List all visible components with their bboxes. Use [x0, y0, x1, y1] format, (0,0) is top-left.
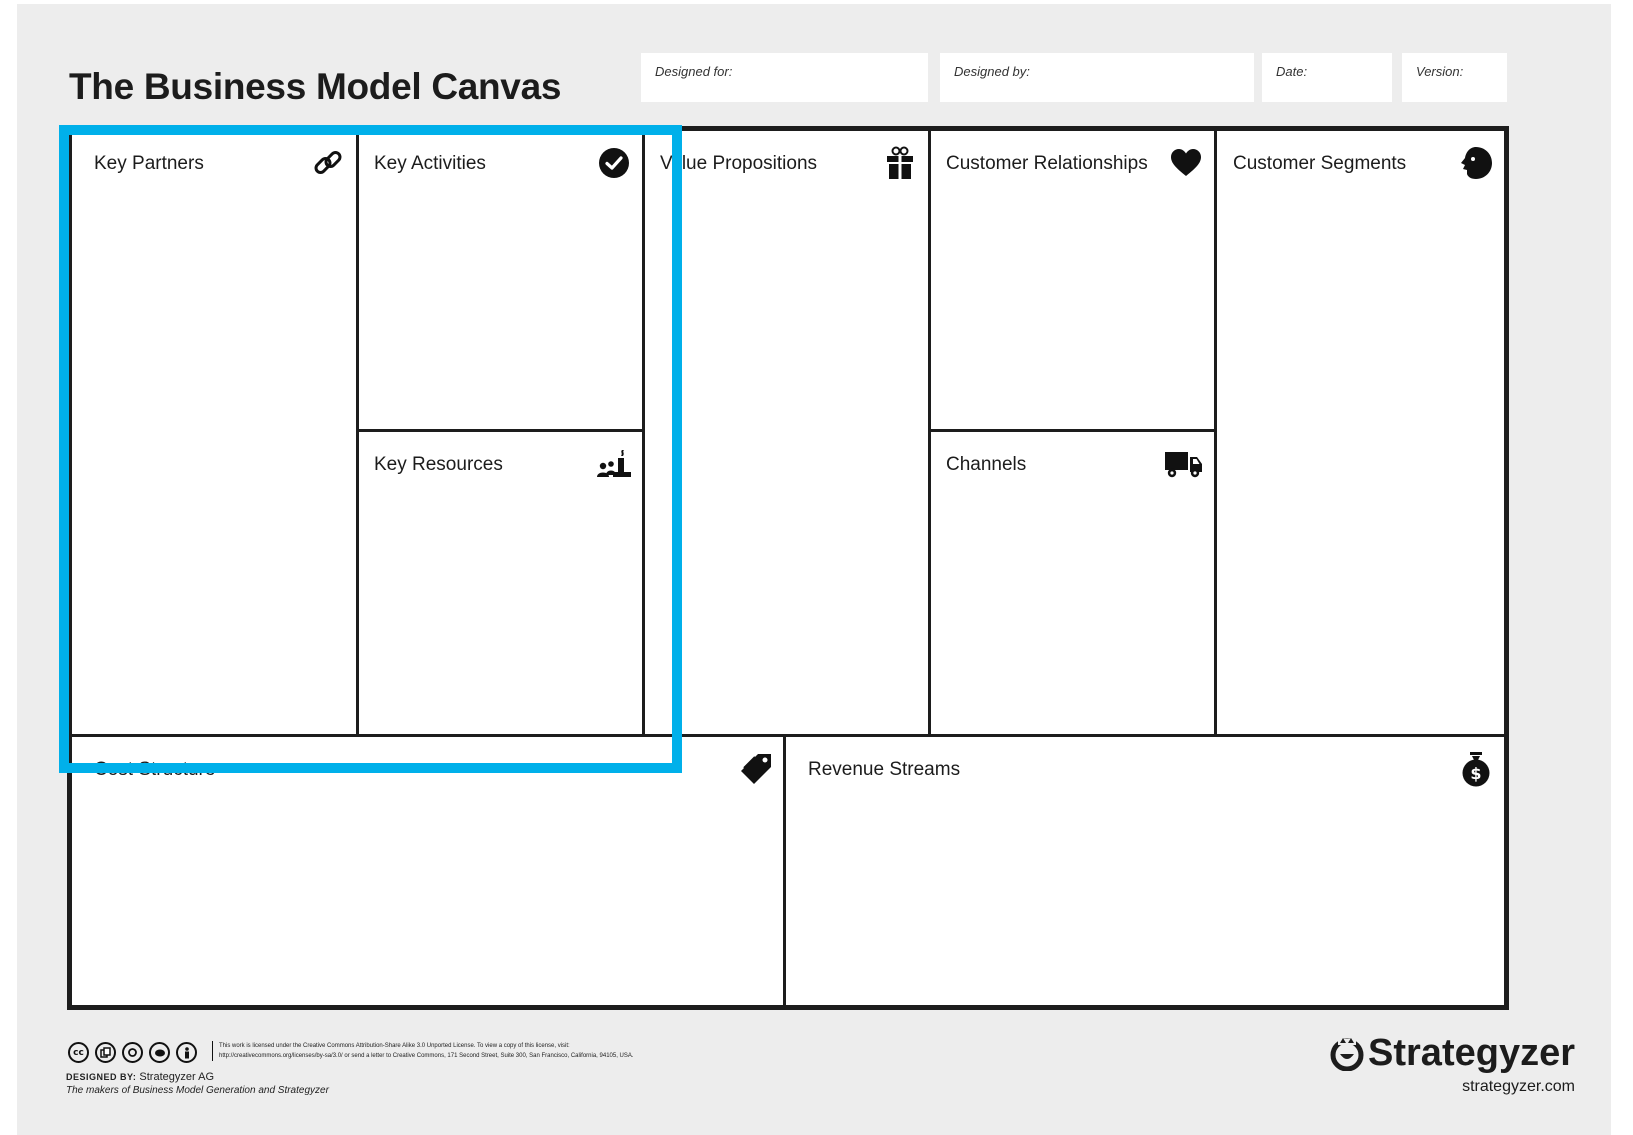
channels-label: Channels: [946, 454, 1027, 475]
brand-url-link[interactable]: strategyzer.com: [1462, 1078, 1575, 1096]
brand-name: Strategyzer: [1368, 1032, 1575, 1074]
designed-by-field[interactable]: Designed by:: [940, 53, 1254, 102]
designed-by-credit-value: Strategyzer AG: [139, 1071, 214, 1083]
cc-icon: cc: [68, 1042, 89, 1063]
truck-icon: [1164, 446, 1204, 482]
designed-for-label: Designed for:: [655, 64, 733, 79]
svg-text:$: $: [1470, 764, 1481, 783]
version-label: Version:: [1416, 64, 1464, 79]
face-icon: [1458, 145, 1494, 181]
channels-block[interactable]: Channels: [931, 432, 1214, 734]
date-label: Date:: [1276, 64, 1308, 79]
gift-icon: [882, 145, 918, 181]
price-tag-icon: [739, 751, 775, 787]
heart-icon: [1168, 145, 1204, 181]
designed-by-credit: DESIGNED BY: Strategyzer AG: [66, 1071, 214, 1083]
value-propositions-block[interactable]: Value Propositions: [645, 131, 928, 734]
revenue-streams-label: Revenue Streams: [808, 759, 961, 780]
noncommercial-icon: [149, 1042, 170, 1063]
strategyzer-logo-icon: [1330, 1037, 1364, 1071]
version-field[interactable]: Version:: [1402, 53, 1507, 102]
designed-by-credit-label: DESIGNED BY:: [66, 1072, 137, 1082]
business-model-canvas: Key Partners Key Activities Key Resource…: [67, 126, 1509, 1010]
cost-structure-label: Cost Structure: [94, 759, 216, 780]
license-text: This work is licensed under the Creative…: [212, 1041, 739, 1061]
customer-relationships-label: Customer Relationships: [946, 153, 1148, 174]
revenue-streams-block[interactable]: Revenue Streams $: [786, 737, 1504, 1007]
attribution-icon: [95, 1042, 116, 1063]
link-icon: [310, 145, 346, 181]
share-alike-icon: [122, 1042, 143, 1063]
person-icon: [176, 1042, 197, 1063]
key-activities-label: Key Activities: [374, 153, 486, 174]
makers-tagline: The makers of Business Model Generation …: [66, 1085, 329, 1096]
check-circle-icon: [596, 145, 632, 181]
factory-people-icon: [596, 446, 632, 482]
license-icons: cc: [68, 1042, 197, 1063]
license-line-1: This work is licensed under the Creative…: [219, 1043, 570, 1049]
strategyzer-logo[interactable]: Strategyzer: [1328, 1032, 1575, 1075]
money-bag-icon: $: [1458, 751, 1494, 787]
customer-segments-label: Customer Segments: [1233, 153, 1407, 174]
key-activities-block[interactable]: Key Activities: [359, 131, 642, 429]
page-title: The Business Model Canvas: [69, 66, 562, 107]
key-partners-block[interactable]: Key Partners: [72, 131, 356, 734]
value-propositions-label: Value Propositions: [660, 153, 818, 174]
customer-segments-block[interactable]: Customer Segments: [1217, 131, 1504, 734]
customer-relationships-block[interactable]: Customer Relationships: [931, 131, 1214, 429]
date-field[interactable]: Date:: [1262, 53, 1392, 102]
key-resources-block[interactable]: Key Resources: [359, 432, 642, 734]
license-line-2: http://creativecommons.org/licenses/by-s…: [219, 1053, 634, 1059]
key-partners-label: Key Partners: [94, 153, 204, 174]
key-resources-label: Key Resources: [374, 454, 503, 475]
designed-by-label: Designed by:: [954, 64, 1030, 79]
cost-structure-block[interactable]: Cost Structure: [72, 737, 783, 1007]
designed-for-field[interactable]: Designed for:: [641, 53, 928, 102]
